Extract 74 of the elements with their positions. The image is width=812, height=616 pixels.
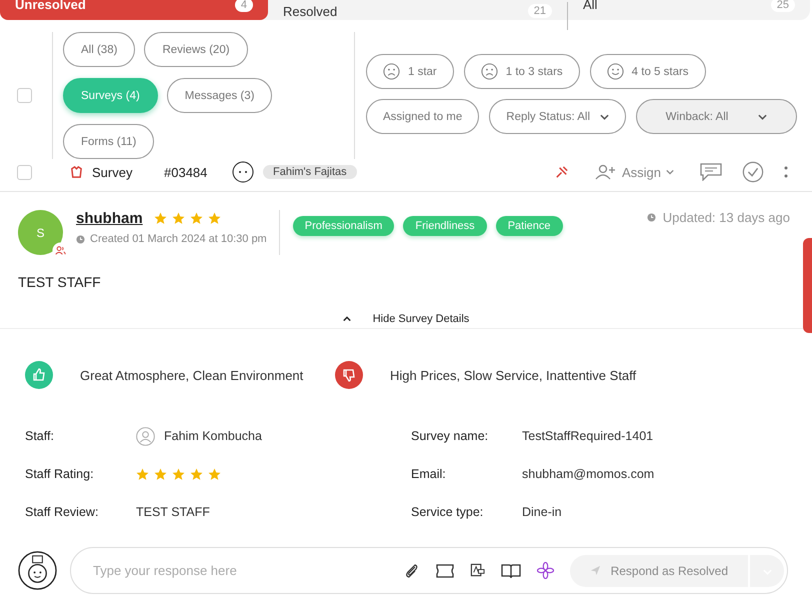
chevron-down-icon bbox=[600, 114, 609, 120]
mascot-avatar-icon bbox=[18, 551, 57, 590]
rating-filter-chip[interactable]: 1 star bbox=[366, 54, 454, 89]
star-icon bbox=[208, 212, 221, 225]
filter-dropdown[interactable]: Reply Status: All bbox=[489, 99, 626, 134]
type-filter-chip[interactable]: Reviews (20) bbox=[144, 32, 248, 67]
user-icon bbox=[136, 426, 155, 446]
star-icon bbox=[190, 468, 203, 480]
survey-icon bbox=[70, 166, 83, 178]
clock-icon bbox=[646, 213, 656, 222]
topic-tag: Professionalism bbox=[292, 216, 394, 236]
thumbs-up-icon bbox=[25, 361, 53, 389]
detail-value: shubham@momos.com bbox=[522, 467, 654, 481]
detail-value: TEST STAFF bbox=[136, 505, 210, 519]
star-icon bbox=[154, 468, 167, 480]
translate-icon[interactable] bbox=[470, 563, 485, 578]
row-checkbox[interactable] bbox=[17, 164, 32, 180]
row-type: Survey bbox=[92, 164, 132, 180]
send-icon bbox=[590, 565, 601, 576]
chevron-up-icon[interactable] bbox=[342, 316, 351, 322]
star-icon bbox=[136, 468, 149, 480]
chevron-down-icon bbox=[666, 169, 674, 175]
hide-details-link[interactable]: Hide Survey Details bbox=[372, 313, 470, 325]
type-filter-chip[interactable]: Forms (11) bbox=[63, 124, 154, 159]
detail-label: Email: bbox=[411, 467, 447, 481]
filter-dropdown[interactable]: Winback: All bbox=[636, 99, 797, 134]
detail-label: Survey name: bbox=[411, 429, 490, 443]
detail-value: Dine-in bbox=[522, 505, 562, 519]
type-filter-chip[interactable]: All (38) bbox=[63, 32, 136, 67]
comment-icon[interactable] bbox=[700, 163, 722, 181]
topic-tag: Patience bbox=[496, 216, 562, 236]
status-tab[interactable]: Resolved 21 bbox=[268, 2, 568, 30]
type-filter-chip[interactable]: Messages (3) bbox=[166, 78, 272, 113]
rating-filter-chip[interactable]: 1 to 3 stars bbox=[464, 54, 580, 89]
detail-label: Service type: bbox=[411, 505, 484, 519]
feedback-text: High Prices, Slow Service, Inattentive Staff bbox=[390, 368, 636, 382]
sparkle-flower-icon[interactable] bbox=[536, 562, 554, 579]
assign-button[interactable]: Assign bbox=[588, 163, 680, 181]
sad-face-icon bbox=[383, 63, 400, 80]
updated-time: Updated: 13 days ago bbox=[662, 210, 790, 225]
smile-face-icon bbox=[606, 63, 624, 80]
thumbs-down-icon bbox=[335, 361, 363, 389]
more-icon[interactable] bbox=[784, 165, 788, 179]
star-icon bbox=[154, 212, 167, 225]
star-icon bbox=[190, 212, 203, 225]
detail-label: Staff Rating: bbox=[25, 467, 95, 481]
rating-filter-chip[interactable]: 4 to 5 stars bbox=[590, 54, 706, 89]
check-circle-icon[interactable] bbox=[742, 161, 764, 183]
detail-value: Fahim Kombucha bbox=[164, 429, 262, 443]
filter-dropdown[interactable]: Assigned to me bbox=[366, 99, 480, 134]
star-icon bbox=[172, 212, 185, 225]
topic-tag: Friendliness bbox=[403, 216, 487, 236]
detail-value: TestStaffRequired-1401 bbox=[522, 429, 654, 443]
detail-label: Staff Review: bbox=[25, 505, 100, 519]
type-filter-chip[interactable]: Surveys (4) bbox=[63, 78, 158, 113]
avatar-icon bbox=[232, 161, 254, 183]
chevron-down-icon bbox=[758, 114, 768, 120]
paperclip-icon[interactable] bbox=[404, 562, 420, 578]
star-icon bbox=[208, 468, 221, 480]
feedback-text: Great Atmosphere, Clean Environment bbox=[80, 368, 304, 382]
row-id: #03484 bbox=[164, 164, 208, 180]
reviewer-name[interactable]: shubham bbox=[76, 210, 143, 227]
location-tag: Fahim's Fajitas bbox=[263, 165, 357, 179]
pin-icon[interactable] bbox=[554, 164, 569, 180]
detail-label: Staff: bbox=[25, 429, 55, 443]
sad-face-icon bbox=[480, 63, 498, 80]
review-text: TEST STAFF bbox=[18, 274, 102, 290]
book-icon[interactable] bbox=[500, 562, 521, 578]
star-icon bbox=[172, 468, 185, 480]
clock-icon bbox=[76, 234, 85, 244]
created-date: Created 01 March 2024 at 10:30 pm bbox=[90, 233, 267, 245]
ticket-icon[interactable] bbox=[436, 564, 454, 578]
select-all-checkbox[interactable] bbox=[17, 88, 32, 103]
add-user-icon bbox=[594, 164, 617, 180]
